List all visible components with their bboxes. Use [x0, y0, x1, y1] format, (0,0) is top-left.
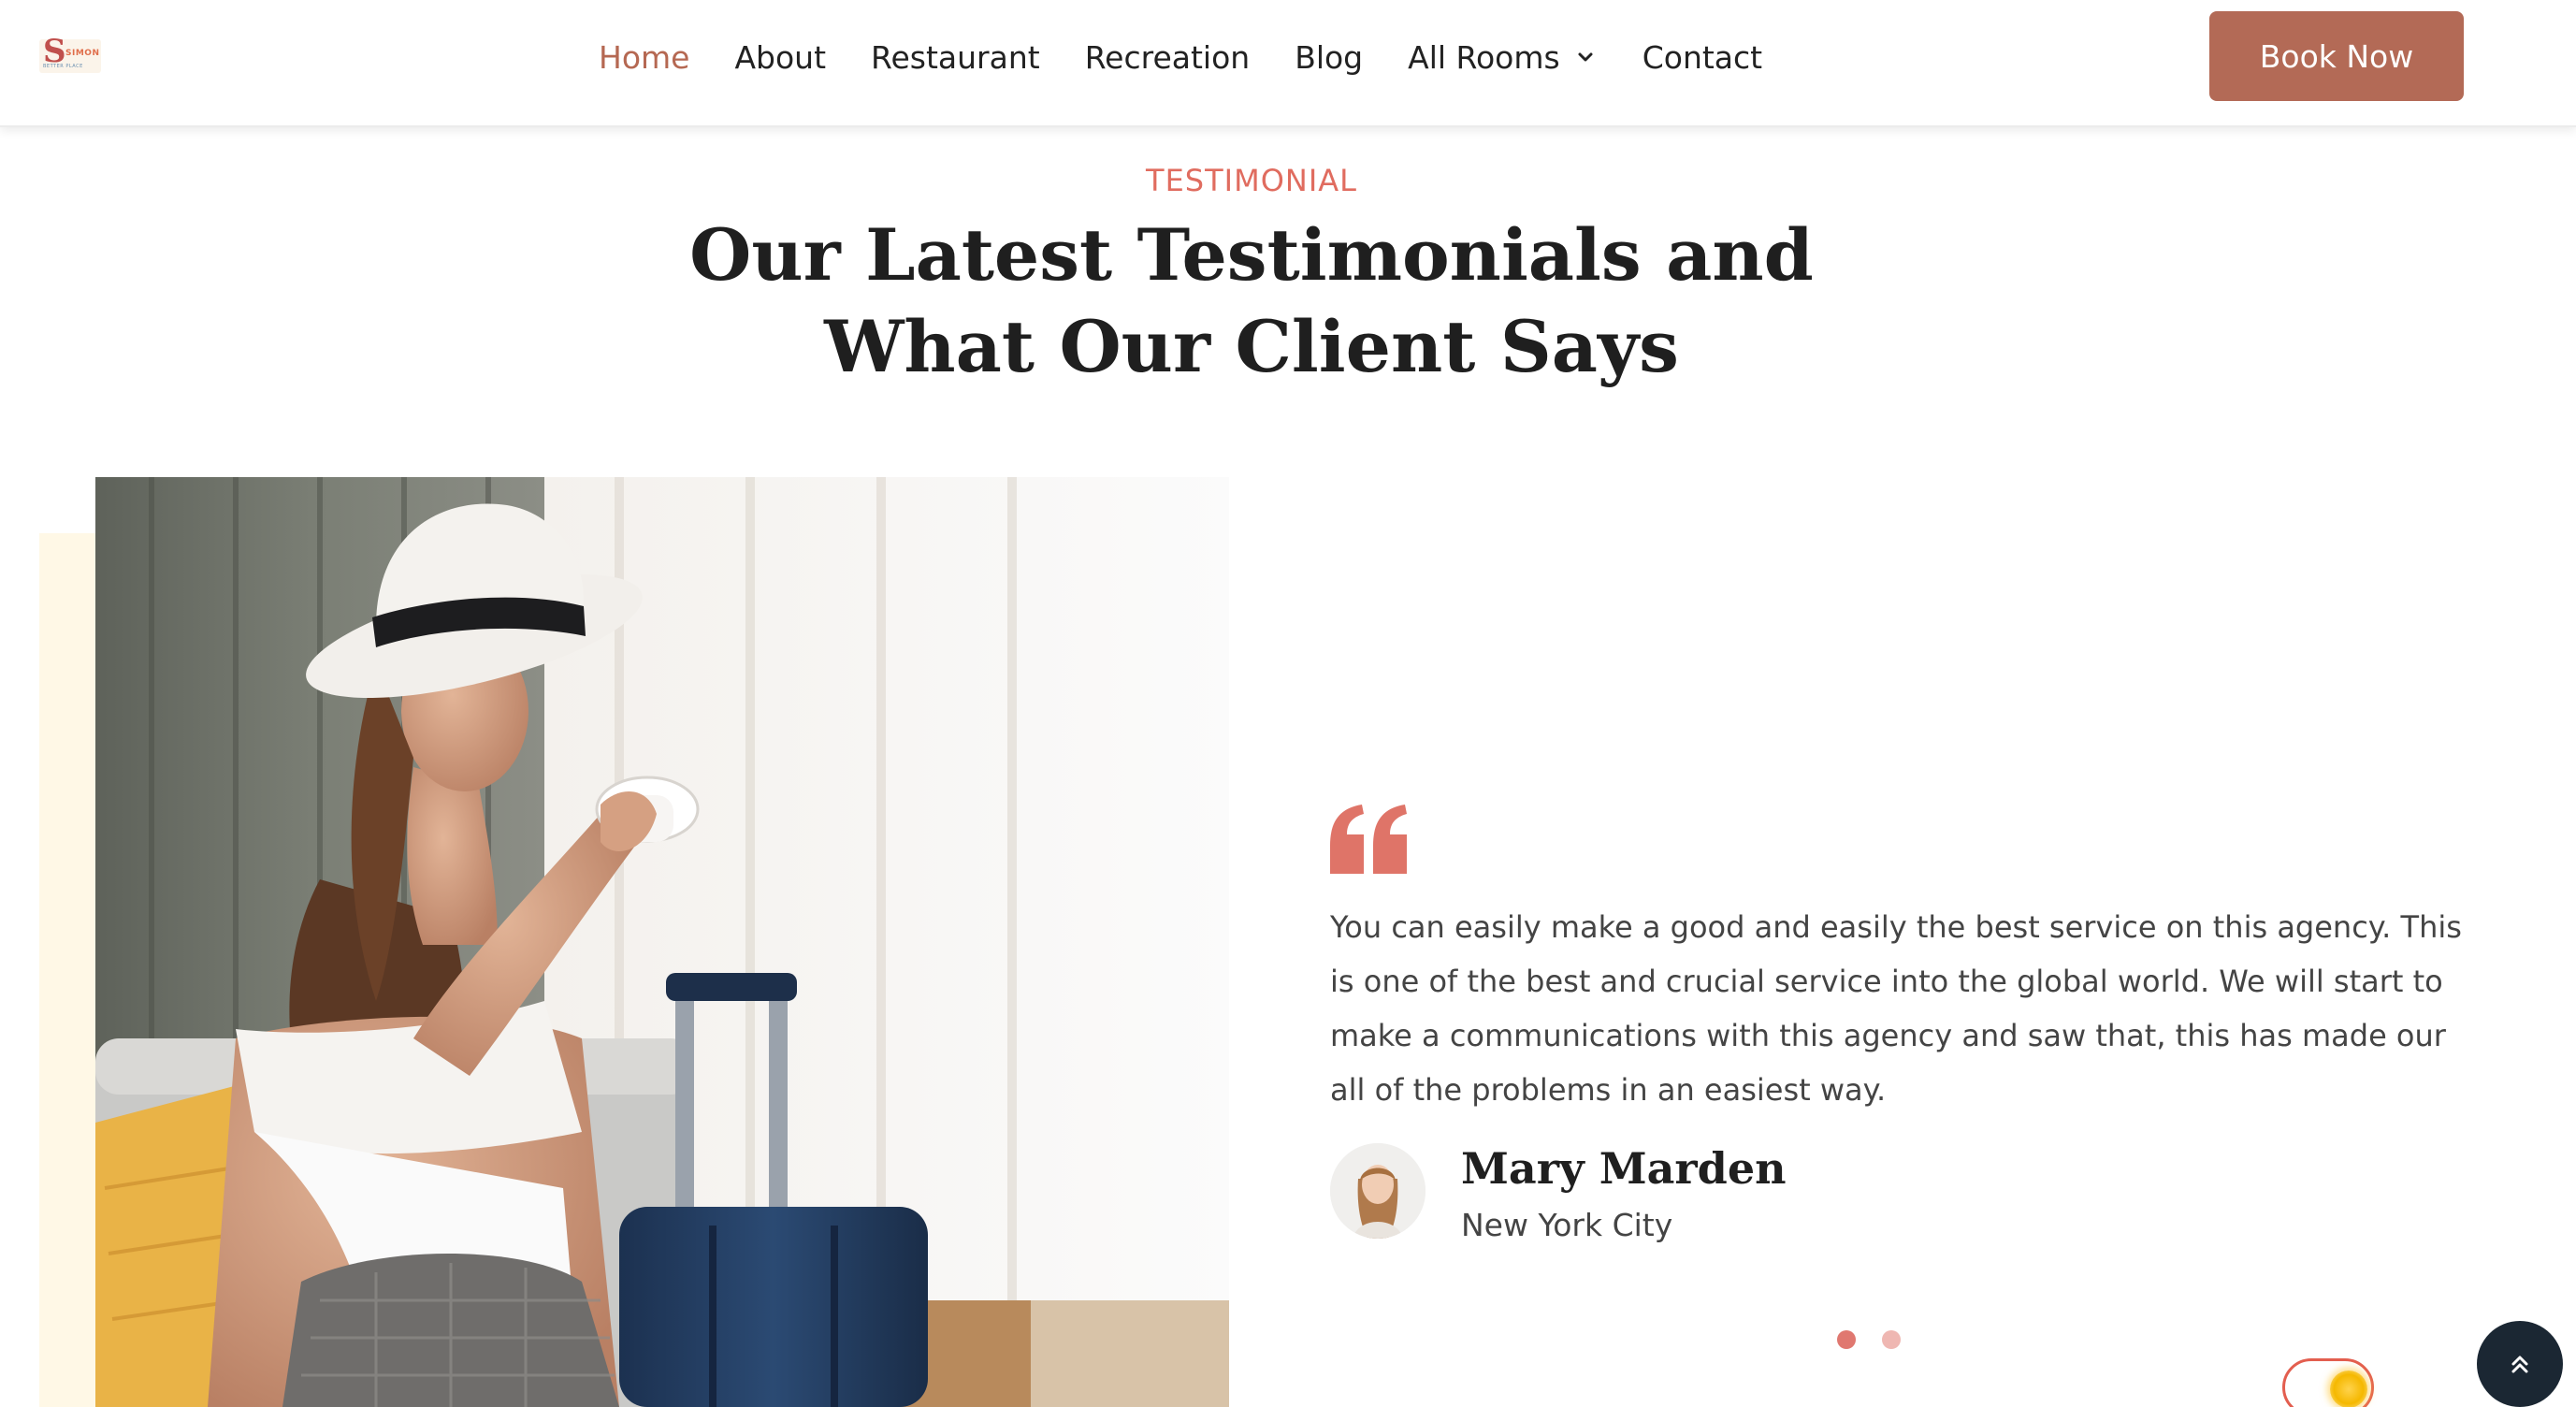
- nav-item-home[interactable]: Home: [599, 39, 689, 76]
- main-nav: Home About Restaurant Recreation Blog Al…: [599, 0, 1807, 114]
- author-location: New York City: [1461, 1207, 1673, 1243]
- avatar-portrait: [1330, 1143, 1425, 1239]
- slider-dot-2[interactable]: [1882, 1330, 1901, 1349]
- nav-item-recreation[interactable]: Recreation: [1085, 39, 1250, 76]
- section-title-line-1: Our Latest Testimonials and: [689, 213, 1814, 297]
- nav-item-contact[interactable]: Contact: [1643, 39, 1762, 76]
- chevron-down-icon: [1578, 52, 1593, 62]
- section-title-line-2: What Our Client Says: [824, 305, 1679, 388]
- decorative-backdrop: [39, 533, 99, 1407]
- logo-wordmark: SIMON: [65, 49, 100, 58]
- section-eyebrow: TESTIMONIAL: [1146, 163, 1357, 198]
- nav-item-blog[interactable]: Blog: [1295, 39, 1363, 76]
- author-avatar: [1330, 1143, 1425, 1239]
- page: S SIMON BETTER PLACE Home About Restaura…: [0, 0, 2576, 1407]
- site-header: S SIMON BETTER PLACE Home About Restaura…: [0, 0, 2576, 127]
- slider-dot-1[interactable]: [1837, 1330, 1856, 1349]
- quote-icon: [1330, 805, 1407, 874]
- sun-icon: [2330, 1371, 2367, 1407]
- scroll-to-top-button[interactable]: [2477, 1321, 2563, 1407]
- logo-letter: S: [43, 33, 66, 70]
- nav-item-about[interactable]: About: [734, 39, 826, 76]
- section-title: Our Latest Testimonials and What Our Cli…: [0, 210, 2503, 393]
- site-logo[interactable]: S SIMON BETTER PLACE: [39, 33, 101, 73]
- theme-toggle[interactable]: [2282, 1358, 2374, 1407]
- testimonial-quote: You can easily make a good and easily th…: [1330, 909, 2462, 1108]
- nav-item-all-rooms[interactable]: All Rooms: [1408, 39, 1598, 76]
- nav-item-all-rooms-label: All Rooms: [1408, 38, 1560, 76]
- woman-with-coffee-illustration: [95, 477, 1229, 1407]
- nav-item-restaurant[interactable]: Restaurant: [871, 39, 1040, 76]
- testimonial-photo: [95, 477, 1229, 1407]
- logo-tagline: BETTER PLACE: [43, 64, 83, 69]
- author-name: Mary Marden: [1461, 1143, 1787, 1194]
- double-chevron-up-icon: [2511, 1356, 2528, 1373]
- slider-pagination: [1837, 1330, 1927, 1349]
- book-now-button[interactable]: Book Now: [2209, 11, 2464, 101]
